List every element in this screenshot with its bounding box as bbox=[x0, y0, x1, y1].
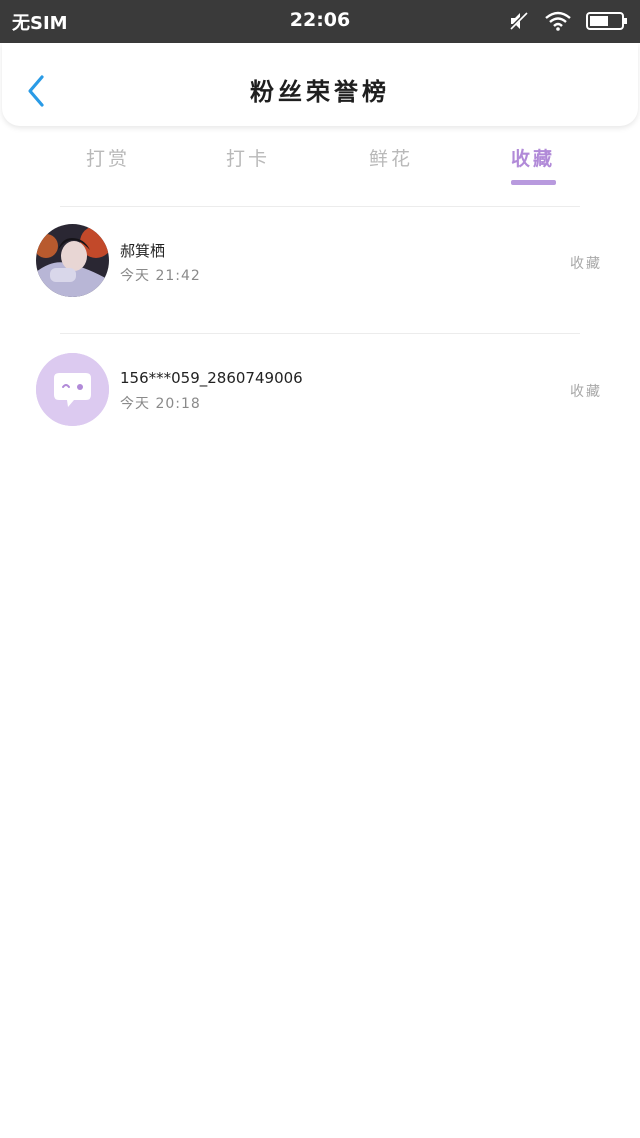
tab-checkin[interactable]: 打卡 bbox=[188, 144, 308, 171]
tab-favorites[interactable]: 收藏 bbox=[473, 144, 593, 171]
tab-reward[interactable]: 打赏 bbox=[48, 144, 168, 171]
action-label: 收藏 bbox=[570, 256, 602, 272]
list-item[interactable]: 郝箕栖 今天 21:42 收藏 bbox=[0, 207, 640, 317]
user-name: 156***059_2860749006 bbox=[120, 369, 303, 387]
mute-icon bbox=[508, 11, 530, 31]
status-bar: 无SIM 22:06 bbox=[0, 0, 640, 43]
page-title: 粉丝荣誉榜 bbox=[250, 78, 390, 106]
avatar[interactable] bbox=[36, 224, 109, 297]
avatar[interactable] bbox=[36, 353, 109, 426]
app-header: 粉丝荣誉榜 bbox=[2, 43, 638, 126]
tab-bar: 打赏 打卡 鲜花 收藏 bbox=[0, 126, 640, 190]
timestamp: 今天 20:18 bbox=[120, 396, 201, 412]
status-icons bbox=[508, 10, 628, 32]
battery-icon bbox=[586, 11, 628, 31]
tab-flowers[interactable]: 鲜花 bbox=[331, 144, 451, 171]
wifi-icon bbox=[544, 11, 572, 31]
active-tab-indicator bbox=[511, 180, 556, 185]
user-name: 郝箕栖 bbox=[120, 242, 166, 260]
chat-bubble-icon bbox=[36, 353, 109, 426]
timestamp: 今天 21:42 bbox=[120, 268, 201, 284]
list-item[interactable]: 156***059_2860749006 今天 20:18 收藏 bbox=[0, 334, 640, 444]
action-label: 收藏 bbox=[570, 384, 602, 400]
